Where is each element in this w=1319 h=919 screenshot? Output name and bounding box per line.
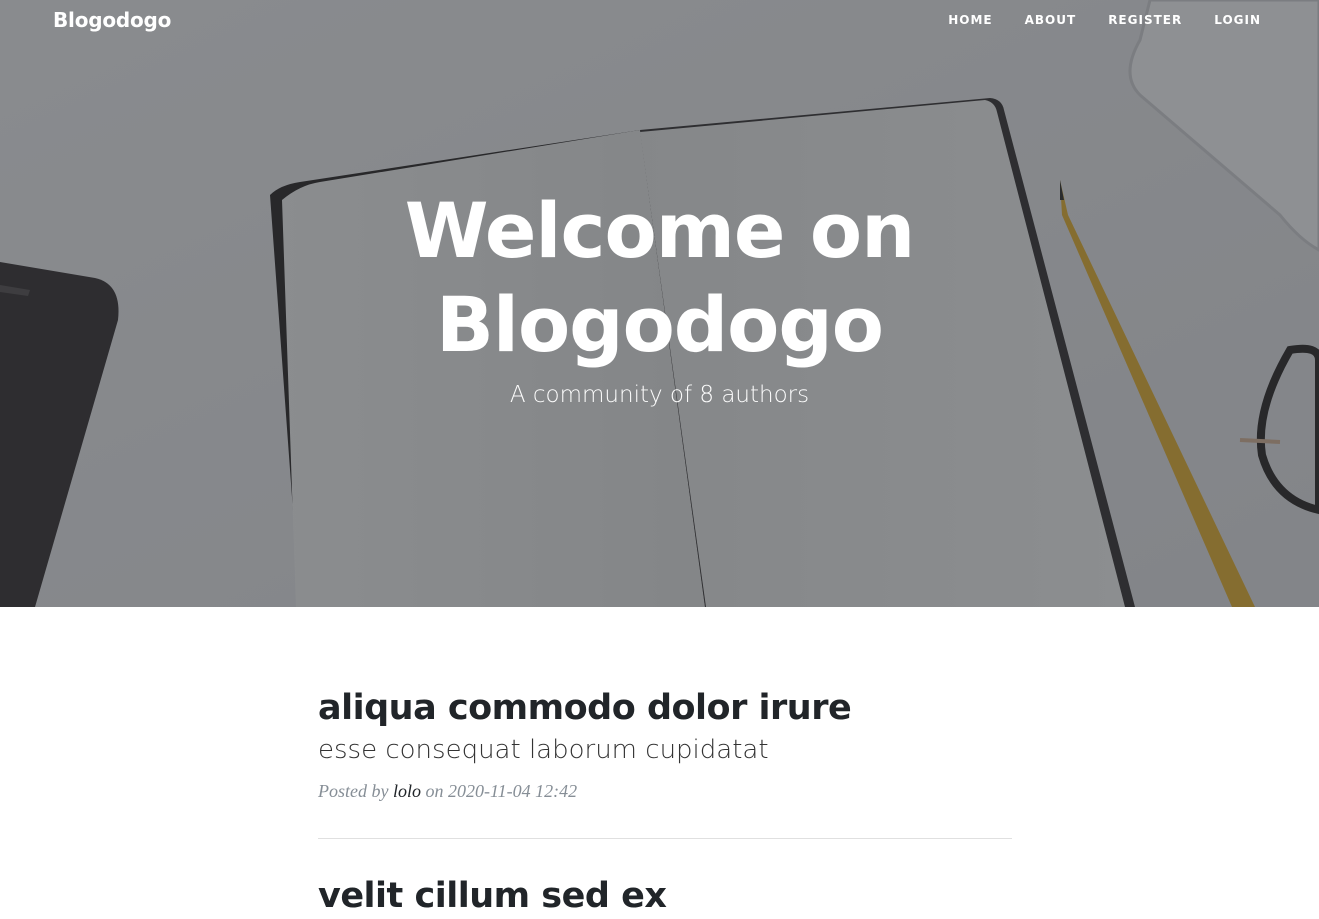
post-subtitle-link[interactable]: esse consequat laborum cupidatat [318,733,1012,767]
post-meta: Posted by lolo on 2020-11-04 12:42 [318,781,1012,802]
nav-link-home[interactable]: Home [948,13,992,27]
nav-link-login[interactable]: Login [1214,13,1261,27]
post-date: 2020-11-04 12:42 [448,781,578,801]
hero-subtitle: A community of 8 authors [509,382,810,408]
post-preview: velit cillum sed ex [318,873,1012,919]
post-title-link[interactable]: aliqua commodo dolor irure [318,685,1012,731]
brand-logo-link[interactable]: Blogodogo [53,8,171,32]
nav-link-register[interactable]: Register [1108,13,1182,27]
hero-heading: Welcome on Blogodogo A community of 8 au… [0,184,1319,408]
post-divider [318,838,1012,839]
hero-title: Welcome on Blogodogo [360,184,960,372]
post-title-link[interactable]: velit cillum sed ex [318,873,1012,919]
post-list: aliqua commodo dolor irure esse consequa… [318,685,1012,919]
post-preview: aliqua commodo dolor irure esse consequa… [318,685,1012,802]
post-author-link[interactable]: lolo [393,781,421,801]
masthead: Blogodogo Home About Register Login Welc… [0,0,1319,607]
nav-links: Home About Register Login [916,13,1261,27]
navbar: Blogodogo Home About Register Login [0,0,1319,42]
posted-by-label: Posted by [318,781,389,801]
nav-link-about[interactable]: About [1025,13,1077,27]
hero-title-line1: Welcome on [404,186,915,275]
hero-title-line2: Blogodogo [435,280,884,369]
post-on-label: on [425,781,444,801]
